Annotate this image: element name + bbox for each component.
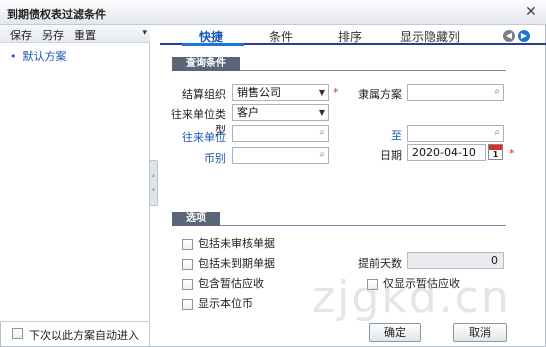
- contact-type-select[interactable]: 客户 ▼: [232, 104, 329, 121]
- include-estimated-option[interactable]: 包含暂估应收: [182, 275, 264, 291]
- search-icon[interactable]: ⌕: [494, 84, 500, 99]
- date-field[interactable]: 2020-04-10: [407, 144, 486, 161]
- reset-button[interactable]: 重置: [74, 27, 96, 43]
- chevron-left-icon[interactable]: ‹: [150, 183, 157, 197]
- include-unaudited-label: 包括未审核单据: [198, 237, 275, 250]
- save-as-button[interactable]: 另存: [42, 27, 64, 43]
- currency-label[interactable]: 币别: [172, 150, 226, 166]
- sidebar-item-label: 默认方案: [22, 50, 67, 63]
- include-not-due-label: 包括未到期单据: [198, 257, 275, 270]
- required-mark: *: [333, 86, 339, 99]
- splitter-handle[interactable]: › ‹: [149, 160, 158, 206]
- close-icon[interactable]: ✕: [522, 3, 540, 21]
- bullet-icon: •: [10, 50, 17, 63]
- calendar-icon[interactable]: 1: [488, 144, 503, 160]
- scheme-sidebar: 保存 另存 重置 ▾ • 默认方案: [0, 25, 150, 321]
- search-icon[interactable]: ⌕: [319, 147, 325, 162]
- contact-field[interactable]: ⌕: [232, 125, 329, 142]
- scheme-label: 隶属方案: [358, 88, 402, 101]
- sidebar-item-default-scheme[interactable]: • 默认方案: [10, 48, 67, 64]
- auto-enter-label: 下次以此方案自动进入: [29, 329, 139, 342]
- advance-days-label: 提前天数: [358, 257, 402, 270]
- include-unaudited-checkbox[interactable]: [182, 238, 193, 250]
- options-section-title: 选项: [172, 212, 220, 226]
- title-bar: 到期债权表过滤条件 ✕: [0, 0, 546, 25]
- show-local-currency-option[interactable]: 显示本位币: [182, 295, 253, 311]
- to-label[interactable]: 至: [380, 127, 402, 143]
- query-section-header: 查询条件: [172, 57, 506, 71]
- org-value: 销售公司: [237, 86, 281, 99]
- include-estimated-label: 包含暂估应收: [198, 277, 264, 290]
- include-not-due-checkbox[interactable]: [182, 258, 193, 270]
- show-local-currency-label: 显示本位币: [198, 297, 253, 310]
- auto-enter-checkbox[interactable]: [12, 328, 23, 339]
- next-arrow-icon[interactable]: ▶: [518, 30, 530, 42]
- include-not-due-option[interactable]: 包括未到期单据: [182, 255, 275, 271]
- tab-conditions[interactable]: 条件: [269, 28, 293, 45]
- include-unaudited-option[interactable]: 包括未审核单据: [182, 235, 275, 251]
- date-value: 2020-04-10: [412, 146, 476, 159]
- calendar-day: 1: [492, 150, 499, 159]
- advance-days-field[interactable]: 0: [407, 252, 504, 269]
- save-button[interactable]: 保存: [10, 27, 32, 43]
- tab-bar: 快捷 条件 排序 显示隐藏列: [160, 25, 546, 45]
- options-section-header: 选项: [172, 212, 506, 226]
- show-local-currency-checkbox[interactable]: [182, 298, 193, 310]
- dropdown-arrow-icon: ▼: [318, 88, 325, 97]
- active-tab-indicator: [182, 43, 244, 46]
- date-label: 日期: [380, 149, 402, 162]
- prev-arrow-icon[interactable]: ◀: [503, 30, 515, 42]
- auto-enter-row: 下次以此方案自动进入: [0, 321, 150, 346]
- tab-show-hide-columns[interactable]: 显示隐藏列: [400, 28, 460, 45]
- scheme-toolbar: 保存 另存 重置 ▾: [0, 25, 150, 43]
- window-title: 到期债权表过滤条件: [7, 8, 106, 21]
- contact-type-value: 客户: [237, 106, 259, 119]
- search-icon[interactable]: ⌕: [494, 125, 500, 140]
- query-section-title: 查询条件: [172, 57, 240, 71]
- dropdown-arrow-icon: ▼: [318, 108, 325, 117]
- contact-label[interactable]: 往来单位: [172, 129, 226, 145]
- scheme-field[interactable]: ⌕: [407, 84, 504, 101]
- chevron-right-icon[interactable]: ›: [150, 169, 157, 183]
- cancel-button[interactable]: 取消: [453, 323, 507, 342]
- org-label: 结算组织: [182, 88, 226, 101]
- tab-sort[interactable]: 排序: [338, 28, 362, 45]
- to-field[interactable]: ⌕: [407, 125, 504, 142]
- menu-icon[interactable]: ▾: [142, 28, 147, 38]
- ok-button[interactable]: 确定: [369, 323, 421, 342]
- watermark: zjgkd.cn: [312, 272, 511, 323]
- search-icon[interactable]: ⌕: [319, 125, 325, 140]
- required-mark: *: [509, 147, 515, 160]
- include-estimated-checkbox[interactable]: [182, 278, 193, 290]
- org-select[interactable]: 销售公司 ▼: [232, 84, 329, 101]
- currency-field[interactable]: ⌕: [232, 147, 329, 164]
